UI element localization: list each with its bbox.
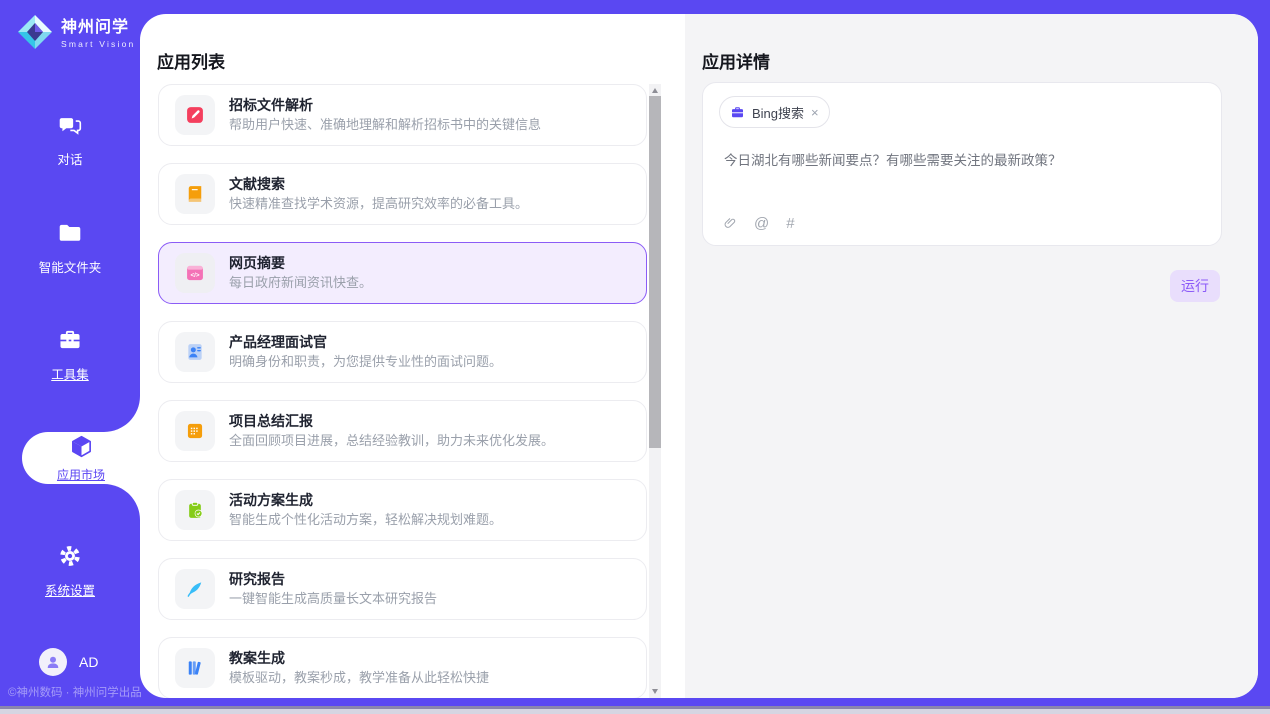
app-card-title: 文献搜索 [229,174,528,194]
sidebar-item-label: 对话 [0,149,140,168]
app-card-desc: 帮助用户快速、准确地理解和解析招标书中的关键信息 [229,116,541,135]
ink-pen-icon [185,579,205,599]
app-list-title: 应用列表 [157,48,225,73]
brand-subtitle: Smart Vision [61,40,135,49]
hash-icon[interactable]: # [786,215,794,232]
scrollbar-down-icon[interactable] [652,689,658,694]
app-card-event-plan[interactable]: 活动方案生成 智能生成个性化活动方案，轻松解决规划难题。 [158,479,647,541]
books-icon [185,658,205,678]
app-card-title: 招标文件解析 [229,95,541,115]
app-card-desc: 全面回顾项目进展，总结经验教训，助力未来优化发展。 [229,432,554,451]
at-icon[interactable]: @ [754,215,769,232]
scrollbar-up-icon[interactable] [652,88,658,93]
app-icon-tile [175,174,215,214]
app-icon-tile [175,569,215,609]
sidebar-item-label: 工具集 [0,364,140,383]
svg-text:</>: </> [190,272,199,279]
edit-square-icon [185,105,205,125]
toolbox-icon [57,340,83,357]
app-card-project-summary[interactable]: 项目总结汇报 全面回顾项目进展，总结经验教训，助力未来优化发展。 [158,400,647,462]
app-detail-title: 应用详情 [702,48,770,73]
app-card-desc: 每日政府新闻资讯快查。 [229,274,372,293]
chat-icon [57,125,83,142]
window-edge-strip [0,709,1270,714]
app-icon-tile [175,411,215,451]
sidebar-item-label: 系统设置 [0,580,140,599]
brand-logo: 神州问学 Smart Vision [16,13,135,56]
app-card-title: 产品经理面试官 [229,332,502,352]
app-card-literature-search[interactable]: 文献搜索 快速精准查找学术资源，提高研究效率的必备工具。 [158,163,647,225]
app-card-research-report[interactable]: 研究报告 一键智能生成高质量长文本研究报告 [158,558,647,620]
chip-close-icon[interactable]: × [811,106,819,119]
prompt-input[interactable]: 今日湖北有哪些新闻要点？有哪些需要关注的最新政策？ [724,149,1202,169]
sidebar-item-label: 智能文件夹 [0,257,140,276]
note-icon [185,421,205,441]
app-icon-tile [175,648,215,688]
sidebar-item-tools[interactable]: 工具集 [0,327,140,383]
sidebar-item-chat[interactable]: 对话 [0,112,140,168]
app-icon-tile [175,95,215,135]
clipboard-check-icon [185,500,205,520]
app-card-title: 研究报告 [229,569,437,589]
app-card-title: 网页摘要 [229,253,372,273]
gear-icon [57,556,83,573]
app-card-desc: 模板驱动，教案秒成，教学准备从此轻松快捷 [229,669,489,688]
app-card-web-summary[interactable]: </> 网页摘要 每日政府新闻资讯快查。 [158,242,647,304]
sidebar-item-folders[interactable]: 智能文件夹 [0,220,140,276]
app-detail-panel: 应用详情 Bing搜索 × 今日湖北有哪些新闻要点？有哪些需要关注的最新政策？ [685,14,1258,698]
active-tab-curve-bottom [104,484,140,520]
composer-card: Bing搜索 × 今日湖北有哪些新闻要点？有哪些需要关注的最新政策？ @ # [702,82,1222,246]
app-card-pm-interviewer[interactable]: 产品经理面试官 明确身份和职责，为您提供专业性的面试问题。 [158,321,647,383]
user-initials: AD [79,654,98,670]
cube-icon [69,446,94,463]
main-content: 应用列表 招标文件解析 帮助用户快速、准确地理解和解析招标书中的关键信 [140,14,1258,698]
brand-logo-icon [16,13,54,56]
sidebar-item-label: 应用市场 [22,466,140,483]
paperclip-icon[interactable] [723,215,737,232]
run-button[interactable]: 运行 [1170,270,1220,302]
app-list: 招标文件解析 帮助用户快速、准确地理解和解析招标书中的关键信息 [158,84,647,698]
app-card-desc: 一键智能生成高质量长文本研究报告 [229,590,437,609]
person-icon [44,653,62,671]
app-icon-tile: </> [175,253,215,293]
app-card-title: 项目总结汇报 [229,411,554,431]
app-card-desc: 智能生成个性化活动方案，轻松解决规划难题。 [229,511,502,530]
sidebar-item-settings[interactable]: 系统设置 [0,543,140,599]
briefcase-icon [730,105,745,120]
book-icon [185,184,205,204]
avatar [39,648,67,676]
tool-chip-label: Bing搜索 [752,103,804,122]
brand-title: 神州问学 [61,20,135,36]
app-card-title: 活动方案生成 [229,490,502,510]
app-card-lesson-plan[interactable]: 教案生成 模板驱动，教案秒成，教学准备从此轻松快捷 [158,637,647,698]
app-list-panel: 应用列表 招标文件解析 帮助用户快速、准确地理解和解析招标书中的关键信 [140,14,685,698]
browser-code-icon: </> [185,263,205,283]
app-card-tender-analysis[interactable]: 招标文件解析 帮助用户快速、准确地理解和解析招标书中的关键信息 [158,84,647,146]
tool-chip-bing-search[interactable]: Bing搜索 × [719,96,830,128]
scrollbar-thumb[interactable] [649,96,661,448]
app-icon-tile [175,332,215,372]
sidebar-item-market[interactable]: 应用市场 [22,432,140,484]
sidebar: 神州问学 Smart Vision 对话 智能文件夹 [0,0,140,714]
app-card-desc: 快速精准查找学术资源，提高研究效率的必备工具。 [229,195,528,214]
list-scrollbar[interactable] [649,84,661,698]
app-card-title: 教案生成 [229,648,489,668]
composer-toolbar: @ # [723,215,795,232]
user-profile[interactable]: AD [39,648,98,676]
active-tab-curve-top [104,396,140,432]
interviewer-icon [185,342,205,362]
folder-icon [57,233,83,250]
sidebar-footer: ©神州数码 · 神州问学出品 [8,684,142,700]
app-icon-tile [175,490,215,530]
app-window: 神州问学 Smart Vision 对话 智能文件夹 [0,0,1270,714]
app-card-desc: 明确身份和职责，为您提供专业性的面试问题。 [229,353,502,372]
